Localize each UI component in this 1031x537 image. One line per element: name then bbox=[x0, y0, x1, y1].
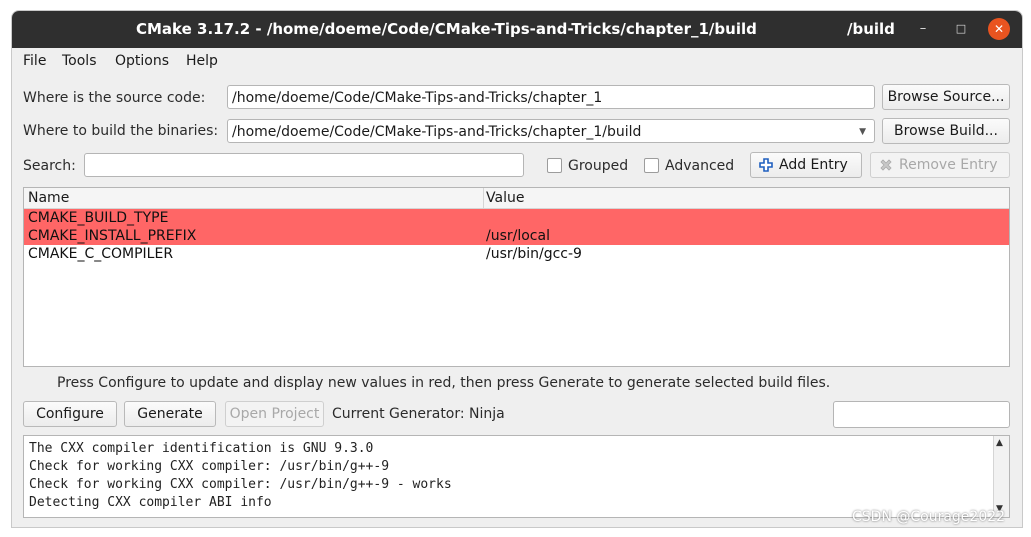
table-row[interactable]: CMAKE_C_COMPILER /usr/bin/gcc-9 bbox=[24, 245, 1009, 263]
cache-variable-table[interactable]: Name Value CMAKE_BUILD_TYPE CMAKE_INSTAL… bbox=[23, 187, 1010, 367]
table-row[interactable]: CMAKE_BUILD_TYPE bbox=[24, 209, 1009, 227]
build-path-combobox[interactable]: /home/doeme/Code/CMake-Tips-and-Tricks/c… bbox=[227, 119, 875, 143]
cell-name: CMAKE_INSTALL_PREFIX bbox=[28, 228, 197, 244]
build-label: Where to build the binaries: bbox=[23, 123, 219, 139]
remove-icon bbox=[880, 159, 892, 171]
info-message: Press Configure to update and display ne… bbox=[57, 375, 831, 391]
source-label: Where is the source code: bbox=[23, 90, 206, 106]
close-button[interactable]: ✕ bbox=[988, 18, 1010, 40]
minimize-button[interactable]: – bbox=[912, 18, 934, 40]
output-log[interactable]: The CXX compiler identification is GNU 9… bbox=[23, 435, 1010, 518]
title-bar[interactable]: CMake 3.17.2 - /home/doeme/Code/CMake-Ti… bbox=[12, 11, 1022, 48]
menu-options[interactable]: Options bbox=[115, 53, 169, 69]
search-label: Search: bbox=[23, 158, 76, 174]
grouped-label: Grouped bbox=[568, 158, 629, 174]
cell-value: /usr/bin/gcc-9 bbox=[486, 246, 582, 262]
remove-entry-label: Remove Entry bbox=[899, 157, 998, 173]
maximize-button[interactable]: □ bbox=[950, 18, 972, 40]
cell-name: CMAKE_BUILD_TYPE bbox=[28, 210, 169, 226]
menu-file[interactable]: File bbox=[23, 53, 46, 69]
advanced-label: Advanced bbox=[665, 158, 735, 174]
search-input[interactable] bbox=[84, 153, 524, 177]
log-line: Check for working CXX compiler: /usr/bin… bbox=[29, 459, 390, 474]
menu-tools[interactable]: Tools bbox=[62, 53, 97, 69]
menu-bar: File Tools Options Help bbox=[12, 49, 1022, 73]
browse-source-button[interactable]: Browse Source... bbox=[882, 84, 1010, 110]
column-separator[interactable] bbox=[483, 188, 484, 208]
browse-build-button[interactable]: Browse Build... bbox=[882, 118, 1010, 144]
log-line: Check for working CXX compiler: /usr/bin… bbox=[29, 477, 452, 492]
progress-bar bbox=[833, 401, 1010, 428]
cmake-window: CMake 3.17.2 - /home/doeme/Code/CMake-Ti… bbox=[11, 10, 1023, 528]
scroll-up-icon[interactable]: ▲ bbox=[996, 438, 1003, 448]
plus-icon bbox=[759, 158, 773, 172]
remove-entry-button[interactable]: Remove Entry bbox=[870, 152, 1010, 178]
log-line: Detecting CXX compiler ABI info bbox=[29, 495, 272, 510]
menu-help[interactable]: Help bbox=[186, 53, 218, 69]
add-entry-label: Add Entry bbox=[779, 157, 848, 173]
advanced-checkbox[interactable] bbox=[644, 158, 659, 173]
column-header-value[interactable]: Value bbox=[486, 190, 524, 206]
column-header-name[interactable]: Name bbox=[28, 190, 69, 206]
dropdown-arrow-icon[interactable]: ▼ bbox=[859, 120, 866, 142]
configure-button[interactable]: Configure bbox=[23, 401, 117, 427]
watermark: CSDN @Courage2022 bbox=[852, 509, 1006, 525]
log-line: The CXX compiler identification is GNU 9… bbox=[29, 441, 374, 456]
source-path-input[interactable]: /home/doeme/Code/CMake-Tips-and-Tricks/c… bbox=[227, 85, 875, 109]
add-entry-button[interactable]: Add Entry bbox=[750, 152, 862, 178]
open-project-button[interactable]: Open Project bbox=[225, 401, 324, 427]
cell-name: CMAKE_C_COMPILER bbox=[28, 246, 174, 262]
table-row[interactable]: CMAKE_INSTALL_PREFIX /usr/local bbox=[24, 227, 1009, 245]
current-generator-label: Current Generator: Ninja bbox=[332, 406, 505, 422]
cell-value: /usr/local bbox=[486, 228, 550, 244]
generate-button[interactable]: Generate bbox=[124, 401, 216, 427]
log-scrollbar[interactable]: ▲ ▼ bbox=[993, 436, 1009, 517]
grouped-checkbox[interactable] bbox=[547, 158, 562, 173]
table-header: Name Value bbox=[24, 188, 1009, 209]
window-title: CMake 3.17.2 - /home/doeme/Code/CMake-Ti… bbox=[136, 20, 757, 38]
build-path-value: /home/doeme/Code/CMake-Tips-and-Tricks/c… bbox=[232, 124, 642, 140]
window-title-overflow: /build bbox=[847, 20, 895, 38]
